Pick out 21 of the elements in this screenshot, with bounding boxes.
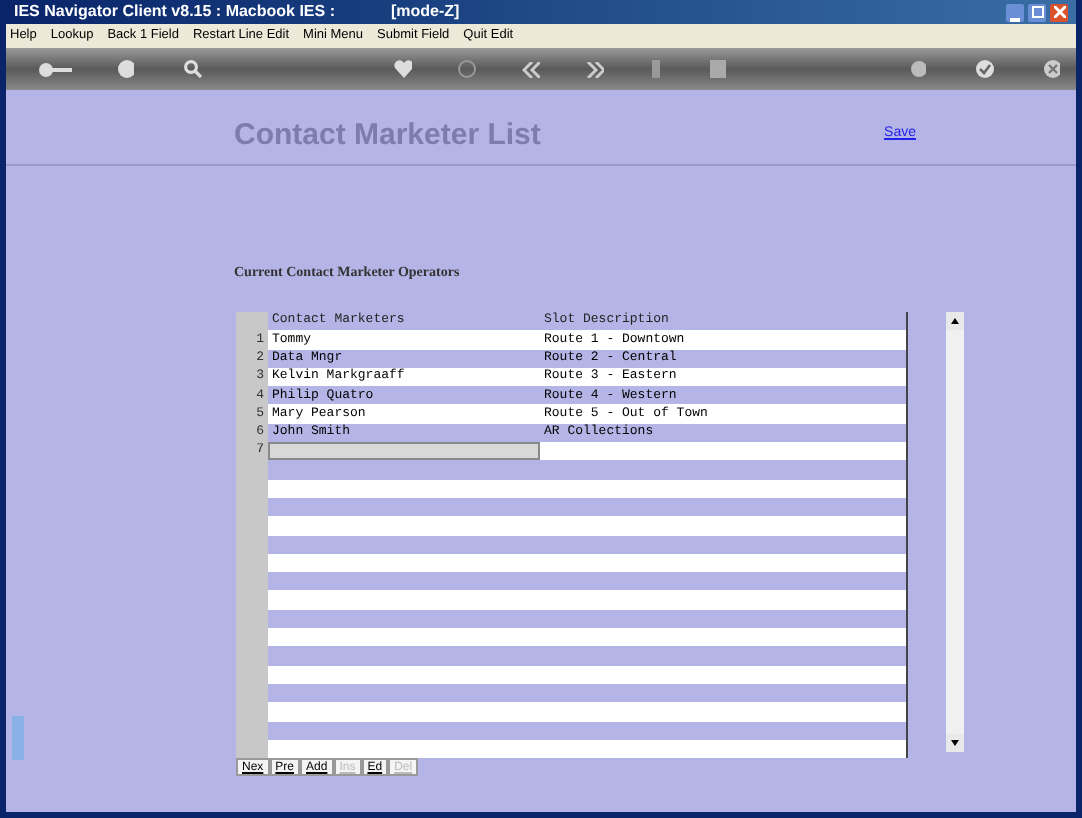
minimize-button[interactable]	[1006, 3, 1024, 21]
fast-forward-icon[interactable]	[586, 61, 605, 77]
rewind-icon[interactable]	[521, 61, 541, 77]
close-button[interactable]	[1050, 3, 1068, 21]
scroll-up-icon[interactable]	[946, 312, 964, 330]
scrollbar[interactable]	[946, 312, 964, 752]
row-gutter	[236, 312, 268, 331]
minimize-icon	[1010, 17, 1020, 21]
window-title: IES Navigator Client v8.15 : Macbook IES :	[14, 4, 335, 20]
maximize-icon	[1031, 6, 1043, 18]
key-icon[interactable]	[38, 61, 72, 77]
window-mode: [mode-Z]	[391, 4, 460, 20]
input-field[interactable]	[268, 442, 540, 461]
scroll-down-icon[interactable]	[946, 734, 964, 752]
maximize-button[interactable]	[1028, 3, 1046, 21]
checkmark-icon[interactable]	[976, 60, 993, 78]
cancel-icon[interactable]	[1043, 60, 1060, 78]
page-title: Contact Marketer List	[234, 120, 541, 150]
heart-icon[interactable]	[393, 60, 413, 78]
close-icon	[1053, 6, 1065, 18]
search-icon[interactable]	[184, 60, 202, 78]
